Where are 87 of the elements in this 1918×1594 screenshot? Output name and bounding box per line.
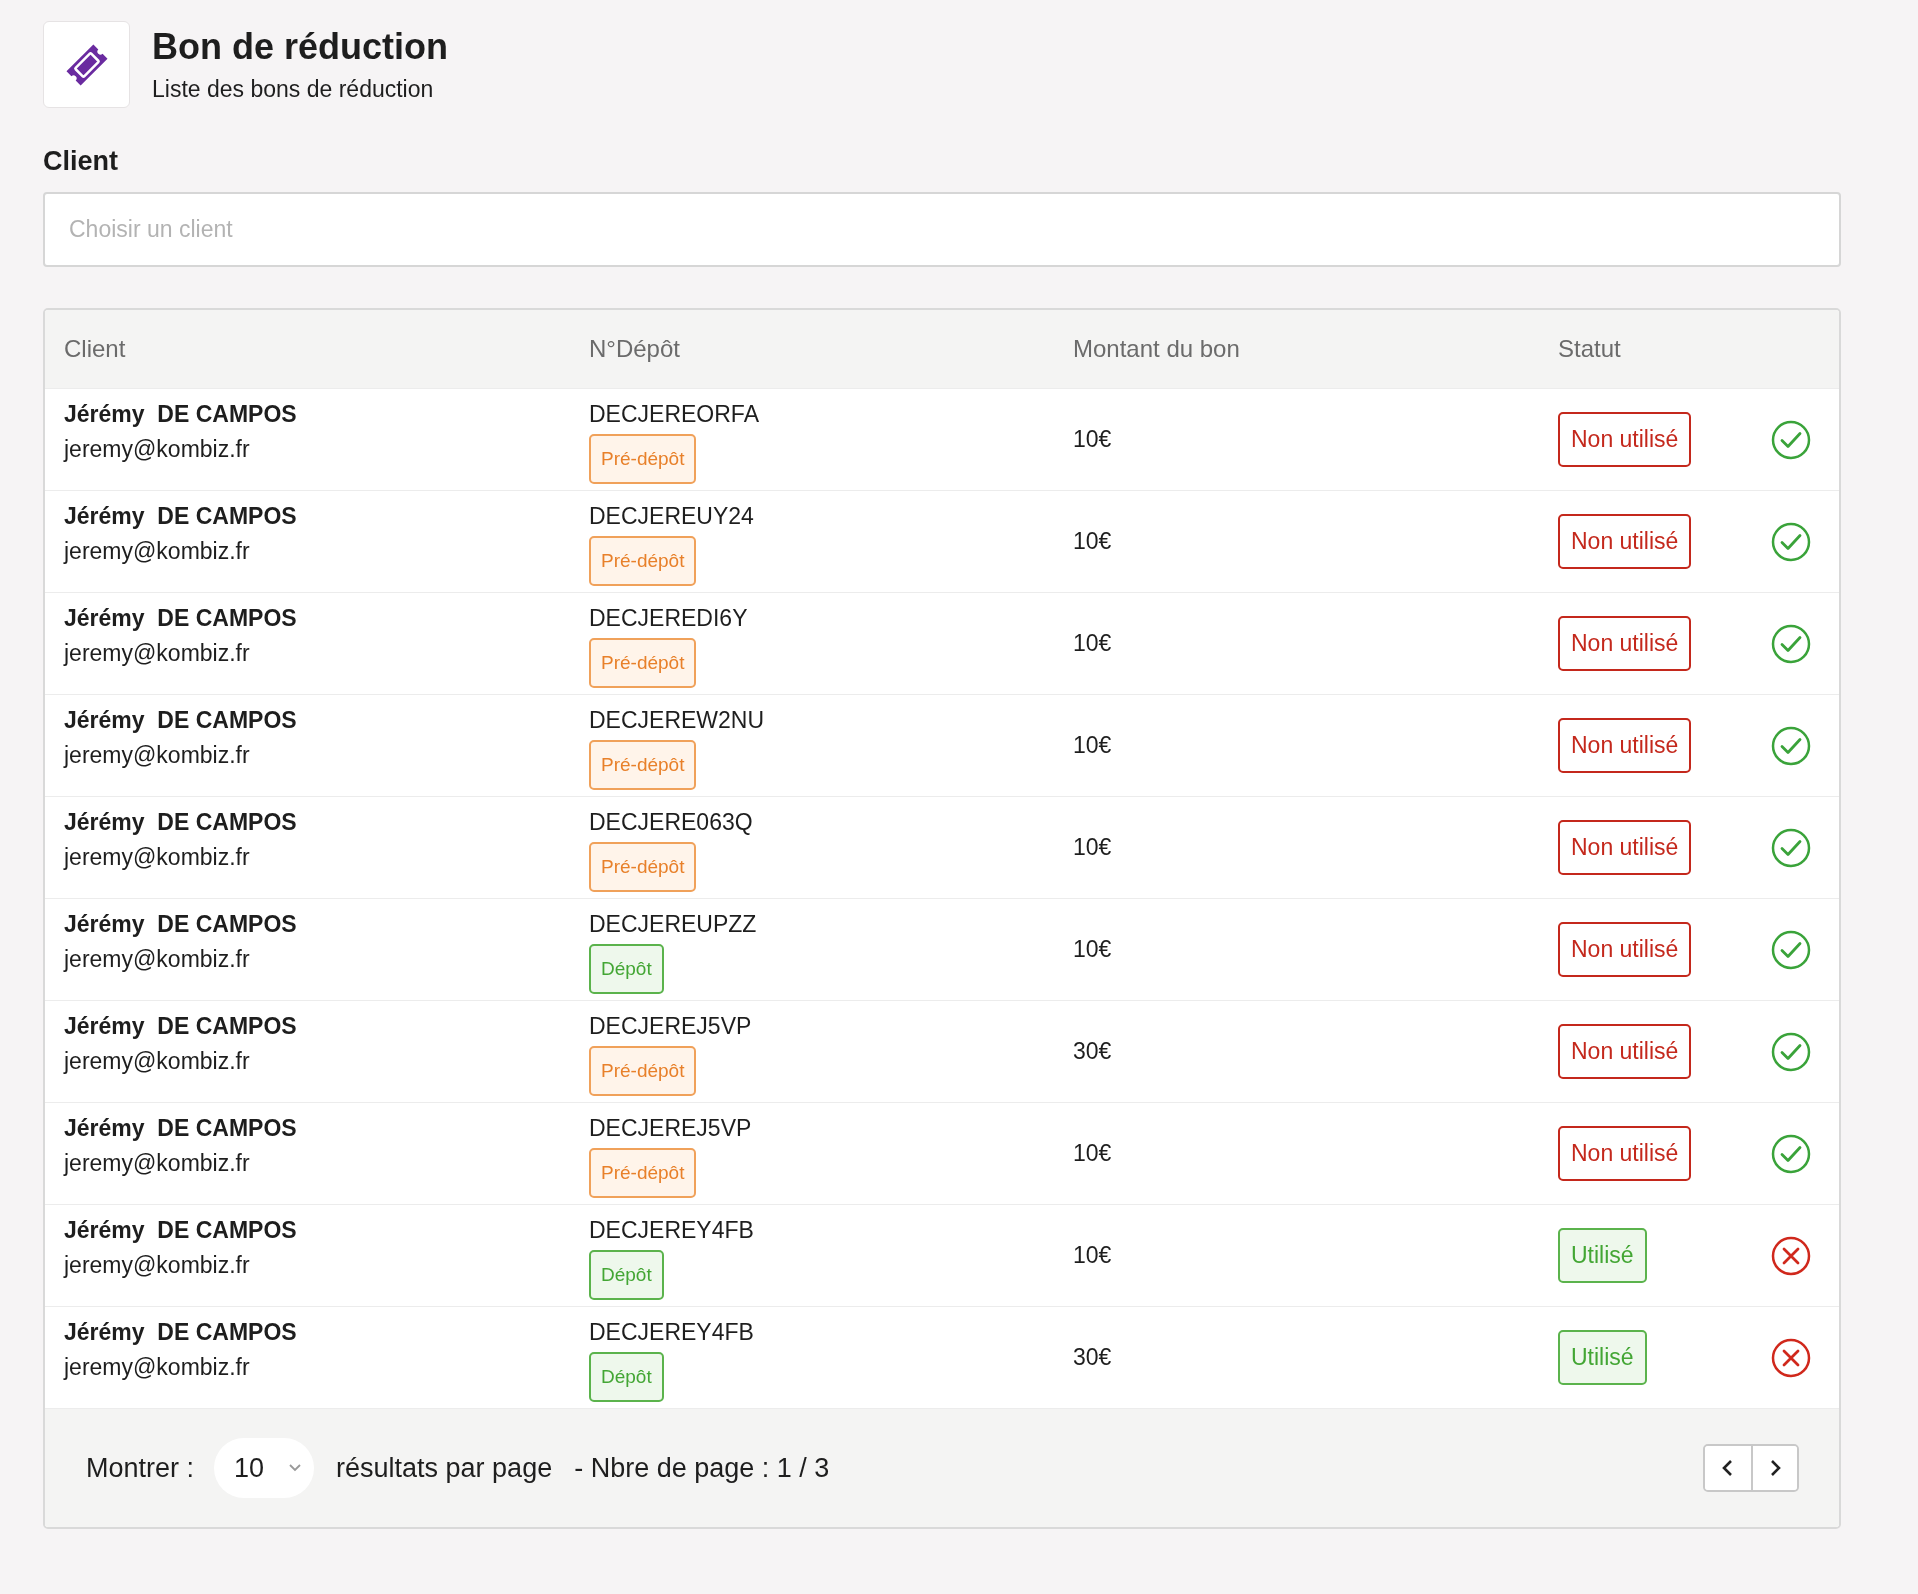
column-header: Client [64,335,127,363]
voucher-amount: 30€ [1073,1344,1112,1370]
deposit-number: DECJEREY4FB [589,1319,755,1346]
deposit-type-tag: Pré-dépôt [589,1046,697,1096]
voucher-amount: 30€ [1073,1038,1112,1064]
page-subtitle: Liste des bons de réduction [152,76,435,103]
deposit-type-tag: Pré-dépôt [589,536,697,586]
status-tag: Non utilisé [1558,616,1692,671]
column-header: N°Dépôt [589,335,681,363]
check-circle-icon[interactable] [1771,623,1811,664]
client-email: jeremy@kombiz.fr [64,946,251,973]
check-circle-icon[interactable] [1771,419,1811,460]
deposit-number: DECJEREJ5VP [589,1115,753,1142]
previous-page-button[interactable] [1705,1446,1751,1490]
per-page-label: résultats par page [336,1452,553,1484]
check-circle-icon[interactable] [1771,725,1811,766]
deposit-type-tag: Pré-dépôt [589,1148,697,1198]
voucher-amount: 10€ [1073,732,1112,758]
deposit-type-tag: Dépôt [589,1250,664,1300]
client-name: Jérémy DE CAMPOS [64,707,298,734]
status-tag: Non utilisé [1558,514,1692,569]
deposit-number: DECJEREUY24 [589,503,755,530]
client-email: jeremy@kombiz.fr [64,538,251,565]
chevron-left-icon [1721,1459,1735,1477]
deposit-number: DECJEREW2NU [589,707,766,734]
client-email: jeremy@kombiz.fr [64,1048,251,1075]
client-email: jeremy@kombiz.fr [64,640,251,667]
check-circle-icon[interactable] [1771,827,1811,868]
check-circle-icon[interactable] [1771,1031,1811,1072]
client-name: Jérémy DE CAMPOS [64,1217,298,1244]
client-name: Jérémy DE CAMPOS [64,1115,298,1142]
page-count: - Nbre de page : 1 / 3 [574,1452,830,1484]
status-tag: Non utilisé [1558,412,1692,467]
deposit-number: DECJEREORFA [589,401,760,428]
status-tag: Non utilisé [1558,820,1692,875]
close-circle-icon[interactable] [1771,1235,1811,1276]
deposit-type-tag: Dépôt [589,1352,664,1402]
show-label: Montrer : [86,1452,195,1484]
deposit-type-tag: Pré-dépôt [589,740,697,790]
client-name: Jérémy DE CAMPOS [64,1013,298,1040]
column-header: Statut [1558,335,1622,363]
status-tag: Non utilisé [1558,718,1692,773]
status-tag: Utilisé [1558,1228,1647,1283]
client-email: jeremy@kombiz.fr [64,742,251,769]
check-circle-icon[interactable] [1771,1133,1811,1174]
voucher-amount: 10€ [1073,936,1112,962]
status-tag: Non utilisé [1558,1024,1692,1079]
client-email: jeremy@kombiz.fr [64,1252,251,1279]
status-tag: Utilisé [1558,1330,1647,1385]
voucher-amount: 10€ [1073,834,1112,860]
client-name: Jérémy DE CAMPOS [64,605,298,632]
page-title: Bon de réduction [152,26,448,68]
client-label: Client [43,146,119,177]
client-email: jeremy@kombiz.fr [64,436,251,463]
client-name: Jérémy DE CAMPOS [64,503,298,530]
status-tag: Non utilisé [1558,1126,1692,1181]
client-email: jeremy@kombiz.fr [64,1354,251,1381]
status-tag: Non utilisé [1558,922,1692,977]
chevron-right-icon [1768,1459,1782,1477]
close-circle-icon[interactable] [1771,1337,1811,1378]
check-circle-icon[interactable] [1771,929,1811,970]
client-name: Jérémy DE CAMPOS [64,401,298,428]
voucher-amount: 10€ [1073,1242,1112,1268]
deposit-type-tag: Pré-dépôt [589,638,697,688]
deposit-number: DECJEREJ5VP [589,1013,753,1040]
column-header: Montant du bon [1073,335,1241,363]
chevron-down-icon [288,1463,303,1473]
deposit-number: DECJEREUPZZ [589,911,758,938]
client-name: Jérémy DE CAMPOS [64,809,298,836]
voucher-amount: 10€ [1073,426,1112,452]
client-email: jeremy@kombiz.fr [64,844,251,871]
voucher-amount: 10€ [1073,630,1112,656]
deposit-number: DECJEREY4FB [589,1217,755,1244]
client-name: Jérémy DE CAMPOS [64,1319,298,1346]
client-name: Jérémy DE CAMPOS [64,911,298,938]
client-email: jeremy@kombiz.fr [64,1150,251,1177]
deposit-type-tag: Dépôt [589,944,664,994]
voucher-amount: 10€ [1073,1140,1112,1166]
check-circle-icon[interactable] [1771,521,1811,562]
deposit-number: DECJERE063Q [589,809,754,836]
deposit-type-tag: Pré-dépôt [589,434,697,484]
client-select-field[interactable]: Choisir un client [43,192,1841,267]
deposit-number: DECJEREDI6Y [589,605,749,632]
next-page-button[interactable] [1751,1446,1797,1490]
page-size-select[interactable]: 10 [214,1438,315,1498]
voucher-amount: 10€ [1073,528,1112,554]
deposit-type-tag: Pré-dépôt [589,842,697,892]
